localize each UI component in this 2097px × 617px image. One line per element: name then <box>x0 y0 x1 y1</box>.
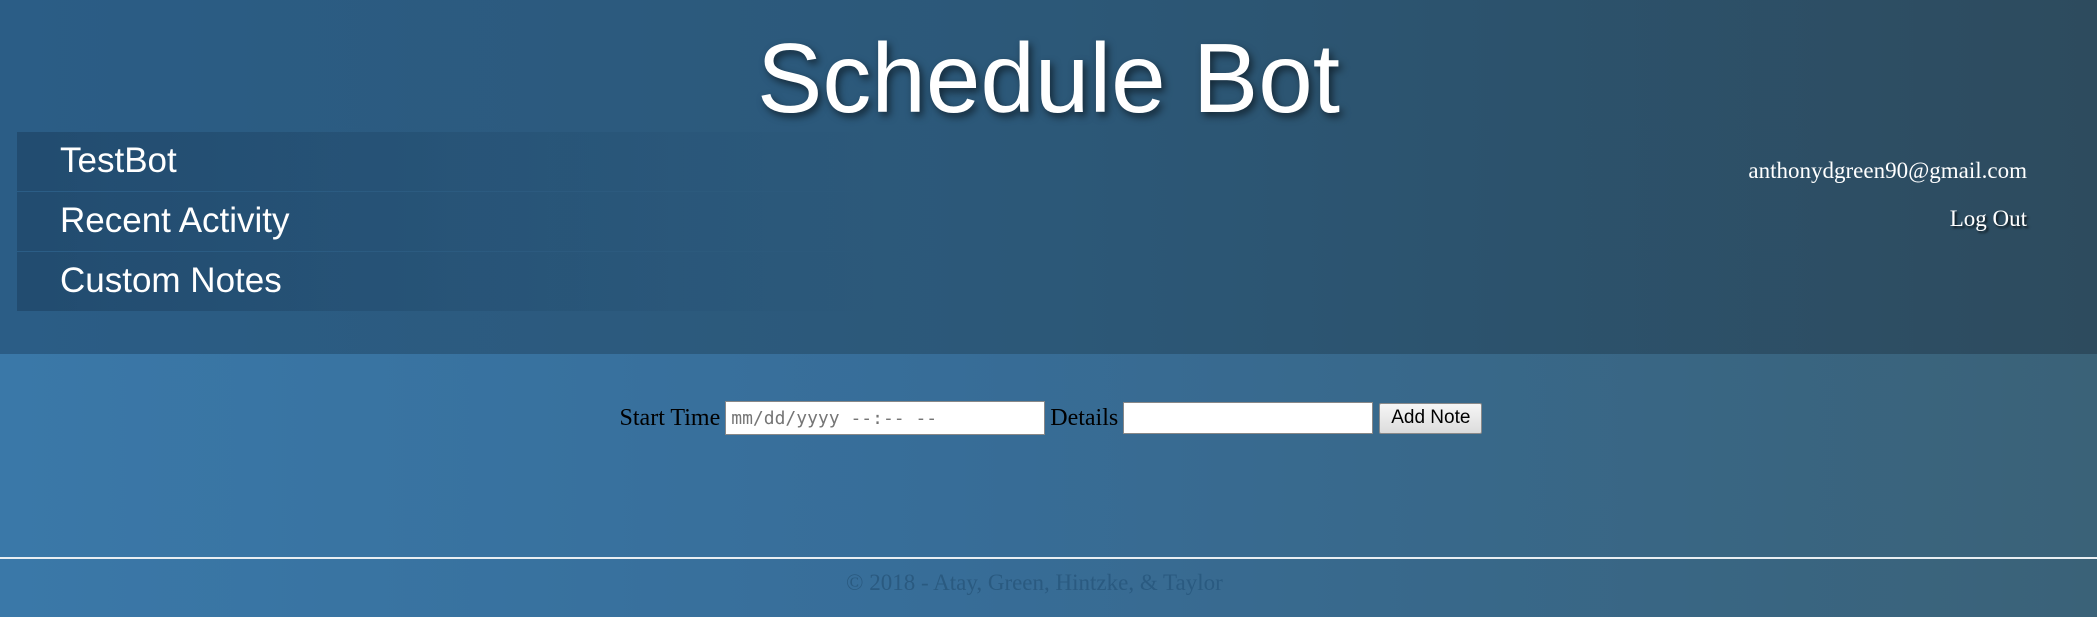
start-time-input[interactable] <box>725 401 1046 435</box>
footer-copyright: © 2018 - Atay, Green, Hintzke, & Taylor <box>846 570 1223 595</box>
logout-link[interactable]: Log Out <box>1950 206 2027 232</box>
page-title: Schedule Bot <box>757 23 1340 133</box>
nav-item-recent-activity[interactable]: Recent Activity <box>17 192 877 251</box>
start-time-label: Start Time <box>619 404 721 431</box>
page-header: Schedule Bot TestBot Recent Activity Cus… <box>0 0 2097 354</box>
add-note-button[interactable]: Add Note <box>1379 402 1483 434</box>
user-email: anthonydgreen90@gmail.com <box>1748 158 2027 183</box>
nav-item-custom-notes[interactable]: Custom Notes <box>17 252 877 311</box>
main-nav: TestBot Recent Activity Custom Notes <box>17 132 877 312</box>
nav-item-testbot[interactable]: TestBot <box>17 132 877 191</box>
footer-divider <box>0 557 2097 559</box>
details-label: Details <box>1050 404 1119 431</box>
details-input[interactable] <box>1123 402 1374 434</box>
add-note-form: Start Time Details Add Note <box>0 401 2097 435</box>
